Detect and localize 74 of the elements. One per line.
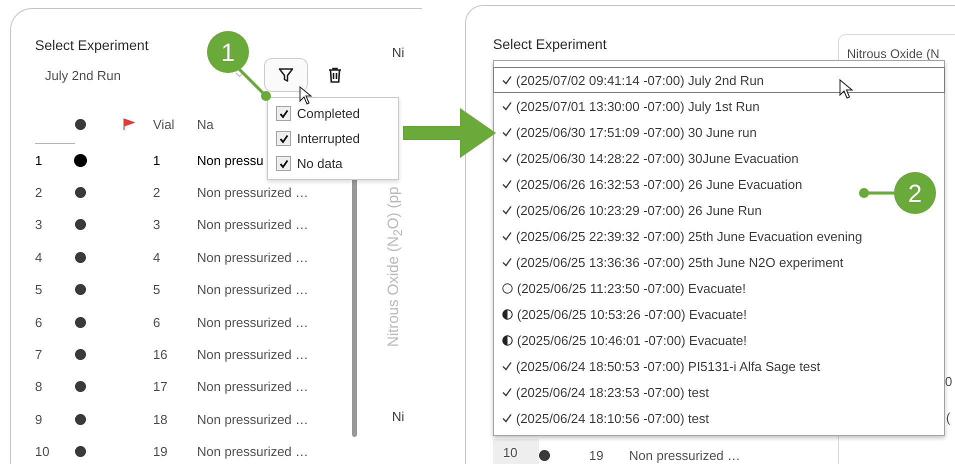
column-header: Na	[197, 116, 214, 132]
row-number: 6	[35, 314, 44, 332]
name-cell: Non pressurized …	[197, 185, 308, 200]
vial-cell-text: 17	[153, 378, 168, 396]
experiment-option[interactable]: (2025/06/25 13:36:36 -07:00) 25th June N2O experiment	[493, 249, 852, 275]
name-cell: Non pressurized …	[197, 347, 308, 362]
vial-cell-text: 2	[153, 184, 162, 202]
callout-number: 1	[221, 39, 235, 67]
experiment-option[interactable]: (2025/06/24 18:23:53 -07:00) test	[493, 379, 718, 405]
row-number: 2	[35, 184, 44, 202]
row-number: 7	[35, 346, 44, 364]
name-cell-text: Non pressurized …	[629, 446, 742, 464]
experiment-option[interactable]: (2025/06/24 18:10:56 -07:00) test	[493, 405, 718, 431]
row-number: 10	[493, 439, 539, 464]
checkbox[interactable]	[276, 106, 291, 121]
name-cell: Non pressurized …	[197, 379, 308, 394]
vial-cell-text: 19	[153, 443, 168, 462]
filter-option[interactable]: No data	[268, 151, 398, 176]
panel-title: Select Experiment	[35, 37, 149, 53]
status-dot-icon	[539, 450, 550, 461]
name-cell: Non pressurized …	[197, 314, 308, 330]
vial-cell-text: 3	[153, 216, 162, 234]
vial-cell-text: 16	[153, 346, 168, 364]
chart-label: Ni	[392, 409, 404, 424]
filter-option[interactable]: Interrupted	[268, 126, 398, 151]
chart-text: (	[946, 410, 950, 425]
vial-cell-text: 1	[153, 152, 162, 170]
chevron-down-icon	[235, 72, 244, 78]
row-number: 1	[35, 152, 44, 170]
status-dot-icon	[75, 118, 86, 130]
filter-option[interactable]: Completed	[268, 101, 398, 126]
name-cell: Non pressurized …	[197, 217, 308, 232]
vial-cell-text: 6	[153, 314, 162, 332]
name-cell: Non pressurized …	[197, 444, 308, 460]
experiment-option[interactable]: (2025/06/30 14:28:22 -07:00) 30June Evacuation	[493, 145, 808, 171]
experiment-option[interactable]: (2025/06/26 16:32:53 -07:00) 26 June Evacuation	[493, 171, 812, 197]
row-number: 5	[35, 281, 44, 300]
experiment-select[interactable]: July 2nd Run	[45, 68, 235, 82]
experiment-option[interactable]: (2025/07/01 13:30:00 -07:00) July 1st Run	[493, 93, 769, 119]
chart-text: 0	[945, 374, 952, 389]
vial-cell-text: 18	[153, 410, 168, 429]
panel-title: Select Experiment	[493, 36, 607, 52]
filter-icon	[278, 67, 294, 83]
row-number: 8	[35, 378, 44, 396]
row-number: 10	[35, 443, 50, 462]
callout-marker	[207, 31, 271, 101]
callout-number: 2	[908, 180, 922, 208]
flag-icon	[123, 118, 135, 130]
experiment-option[interactable]: (2025/06/26 10:23:29 -07:00) 26 June Run	[493, 197, 771, 223]
chart-label: Ni	[392, 45, 404, 60]
name-cell: Non pressurized …	[197, 412, 308, 427]
experiment-option[interactable]: (2025/06/24 18:50:53 -07:00) PI5131-i Alfa Sage test	[493, 353, 830, 379]
row-number: 3	[35, 216, 44, 234]
experiment-option[interactable]: (2025/06/25 22:39:32 -07:00) 25th June Evacuation evening	[493, 223, 872, 249]
checkbox[interactable]	[276, 131, 291, 146]
experiment-option[interactable]: (2025/06/30 17:51:09 -07:00) 30 June run	[493, 119, 766, 145]
name-cell: Non pressu	[197, 152, 264, 168]
checkbox[interactable]	[276, 156, 291, 171]
vial-cell-text: 19	[589, 446, 604, 464]
experiment-option[interactable]: (2025/07/02 09:41:14 -07:00) July 2nd Run	[493, 67, 945, 93]
chart-title: Nitrous Oxide (N	[847, 47, 940, 61]
experiment-option[interactable]: (2025/06/25 11:23:50 -07:00) Evacuate!	[493, 275, 755, 301]
name-cell: Non pressurized …	[197, 250, 308, 265]
vial-cell-text: 5	[153, 281, 162, 300]
experiment-option[interactable]: (2025/06/25 10:46:01 -07:00) Evacuate!	[493, 327, 756, 353]
trash-icon[interactable]	[328, 67, 342, 83]
cursor-icon	[839, 79, 853, 99]
vial-cell-text: 4	[153, 248, 162, 267]
column-header: Vial	[153, 116, 174, 132]
name-cell: Non pressurized …	[197, 282, 308, 298]
row-number: 4	[35, 248, 44, 267]
row-number: 9	[35, 410, 44, 429]
experiment-option[interactable]: (2025/06/25 10:53:26 -07:00) Evacuate!	[493, 301, 756, 327]
filter-button[interactable]	[264, 58, 308, 92]
